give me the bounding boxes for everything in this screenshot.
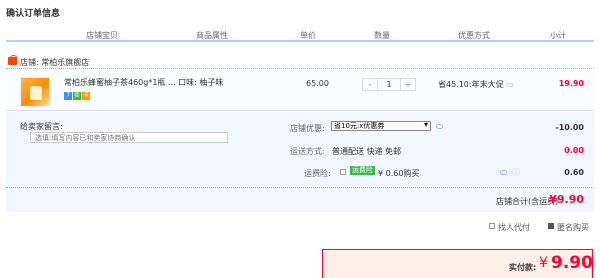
order-details-panel: 给卖家留言: 店铺优惠: 省10元:x优惠券 -10.00 运送方式: 普通配送… (6, 112, 594, 188)
product-thumbnail[interactable] (20, 77, 50, 107)
item-subtotal: 19.90 (558, 79, 584, 88)
store-row: 店铺: 常柏乐旗舰店 (6, 55, 594, 69)
message-input[interactable] (30, 132, 228, 143)
store-discount-select[interactable]: 省10元:x优惠券 (331, 121, 431, 131)
col-promotion: 优惠方式 (458, 31, 490, 40)
col-attributes: 商品属性 (196, 31, 228, 40)
payment-label: 实付款: (509, 263, 537, 272)
col-item: 店铺宝贝 (86, 31, 118, 40)
payment-summary: 实付款: ¥ 9.90 (322, 249, 593, 278)
shipping-method: 普通配送 快递 免邮 (332, 147, 402, 156)
shipping-amount: 0.00 (564, 146, 584, 155)
shop-icon (8, 55, 17, 65)
store-total-row: 店铺合计(含运费) ¥9.90 (6, 188, 594, 212)
anonymous-label[interactable]: 匿名购买 (557, 222, 589, 233)
product-name[interactable]: 常柏乐蜂蜜柚子茶460g*1瓶 ... 口味: 柚子味 (64, 77, 223, 88)
anonymous-checkbox[interactable] (548, 223, 554, 229)
unit-price: 65.00 (306, 79, 329, 88)
store-discount-label: 店铺优惠: (290, 124, 325, 133)
seller-guarantee-icon[interactable]: 卖 (73, 92, 81, 100)
insurance-label: 运费险: (304, 169, 331, 178)
quantity-stepper: - 1 + (362, 78, 416, 91)
discount-info-icon[interactable] (436, 124, 443, 129)
shipping-label: 运送方式: (290, 147, 325, 156)
promotion: 省45.10:年末大促 ▭ (438, 79, 514, 90)
quantity-decrease-button[interactable]: - (363, 79, 377, 90)
store-total-value: ¥9.90 (549, 193, 584, 206)
insurance-checkbox[interactable] (340, 169, 346, 175)
promotion-text: 省45.10:年末大促 (438, 80, 504, 89)
quantity-input[interactable]: 1 (377, 79, 401, 90)
table-header: 店铺宝贝 商品属性 单价 数量 优惠方式 小计 (6, 26, 594, 42)
insurance-amount: 0.60 (564, 168, 584, 177)
proxy-pay-label[interactable]: 找人代付 (498, 222, 530, 233)
quantity-increase-button[interactable]: + (401, 79, 415, 90)
credit-card-icon[interactable]: 卡 (82, 92, 90, 100)
order-options: 找人代付 匿名购买 (6, 219, 594, 233)
help-icon[interactable]: ⓘ (512, 167, 520, 178)
seven-day-return-icon[interactable]: 7 (64, 92, 72, 100)
col-quantity: 数量 (374, 31, 390, 40)
insurance-info-icon[interactable] (500, 170, 507, 175)
payment-amount: 9.90 (551, 253, 593, 273)
chat-bubble-icon[interactable]: ▭ (506, 80, 514, 89)
proxy-pay-checkbox[interactable] (489, 223, 495, 229)
store-name[interactable]: 店铺: 常柏乐旗舰店 (20, 57, 89, 68)
message-label: 给卖家留言: (20, 122, 63, 131)
col-unit-price: 单价 (300, 31, 316, 40)
store-discount-amount: -10.00 (555, 123, 584, 132)
insurance-badge: 运费险 (350, 166, 375, 175)
col-subtotal: 小计 (550, 31, 566, 40)
order-item-row: 常柏乐蜂蜜柚子茶460g*1瓶 ... 口味: 柚子味 7卖卡 65.00 - … (6, 71, 594, 111)
service-badges: 7卖卡 (64, 90, 91, 100)
insurance-price: ¥ 0.60购买 (378, 169, 420, 178)
section-title: 确认订单信息 (6, 9, 61, 19)
payment-currency: ¥ (539, 255, 548, 271)
